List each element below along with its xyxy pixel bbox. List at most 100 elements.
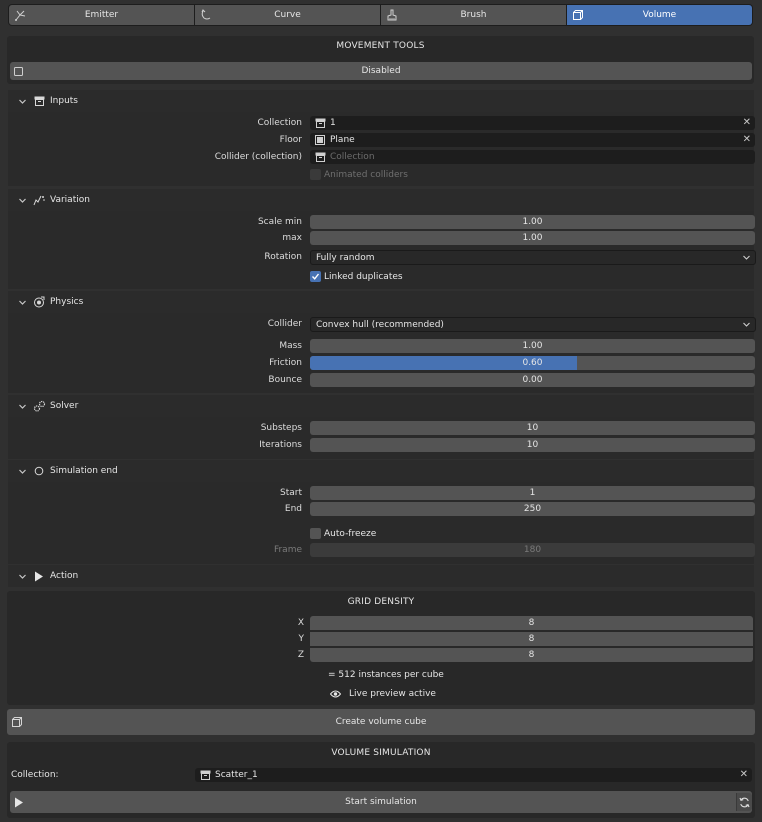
- animated-colliders-label: Animated colliders: [324, 169, 408, 180]
- grid-z-field[interactable]: 8: [310, 648, 753, 662]
- chevron-down-icon: [18, 572, 30, 581]
- tab-curve[interactable]: Curve: [195, 5, 380, 25]
- section-title-physics: Physics: [50, 297, 84, 307]
- scale-min-field[interactable]: 1.00: [310, 215, 755, 229]
- rotation-label: Rotation: [264, 252, 302, 262]
- floor-field[interactable]: Plane ✕: [310, 133, 755, 147]
- end-label: End: [284, 504, 302, 514]
- mass-field[interactable]: 1.00: [310, 339, 755, 353]
- tab-brush-label: Brush: [460, 10, 487, 20]
- collider-dropdown[interactable]: Convex hull (recommended): [310, 317, 756, 332]
- collider-collection-placeholder: Collection: [330, 152, 375, 162]
- checkbox-icon: [14, 62, 23, 80]
- auto-freeze-checkbox[interactable]: Auto-freeze: [310, 528, 376, 539]
- chevron-down-icon: [18, 298, 30, 307]
- bounce-label: Bounce: [268, 375, 302, 385]
- section-header-variation[interactable]: Variation: [8, 189, 754, 211]
- iterations-label: Iterations: [259, 440, 302, 450]
- movement-toggle-label: Disabled: [361, 66, 401, 76]
- physics-icon: [32, 296, 46, 308]
- friction-slider[interactable]: 0.60: [310, 356, 755, 370]
- tab-volume[interactable]: Volume: [567, 5, 752, 25]
- live-preview-status: Live preview active: [330, 689, 436, 699]
- section-header-solver[interactable]: Solver: [8, 395, 754, 417]
- refresh-icon: [739, 797, 750, 808]
- collection-box-icon: [199, 770, 211, 781]
- grid-z-value: 8: [528, 650, 535, 660]
- movement-toggle-button[interactable]: Disabled: [10, 62, 752, 80]
- bounce-value: 0.00: [522, 375, 543, 385]
- checkbox-icon: [310, 169, 321, 180]
- scale-max-field[interactable]: 1.00: [310, 231, 755, 245]
- start-frame-value: 1: [529, 488, 536, 498]
- clear-icon[interactable]: ✕: [743, 133, 751, 147]
- grid-z-label: Z: [297, 650, 304, 660]
- start-frame-field[interactable]: 1: [310, 486, 755, 500]
- rotation-dropdown[interactable]: Fully random: [310, 250, 756, 265]
- tab-volume-label: Volume: [642, 10, 677, 20]
- curve-icon: [200, 9, 212, 21]
- create-volume-cube-button[interactable]: Create volume cube: [7, 709, 755, 735]
- freeze-frame-value: 180: [523, 545, 542, 555]
- floor-value: Plane: [330, 135, 355, 145]
- collection-field[interactable]: 1 ✕: [310, 116, 755, 130]
- friction-label: Friction: [269, 358, 302, 368]
- iterations-value: 10: [526, 440, 539, 450]
- clear-icon[interactable]: ✕: [740, 768, 748, 782]
- section-header-simulation-end[interactable]: Simulation end: [8, 460, 754, 482]
- iterations-field[interactable]: 10: [310, 438, 755, 452]
- volume-collection-field[interactable]: Scatter_1 ✕: [195, 768, 752, 782]
- tab-curve-label: Curve: [274, 10, 301, 20]
- grid-density-title: GRID DENSITY: [347, 597, 415, 607]
- grid-x-label: X: [297, 618, 304, 628]
- chevron-down-icon: [18, 196, 30, 205]
- section-title-variation: Variation: [50, 195, 90, 205]
- section-header-physics[interactable]: Physics: [8, 291, 754, 313]
- start-simulation-button[interactable]: Start simulation: [10, 791, 752, 813]
- section-header-inputs[interactable]: Inputs: [8, 90, 754, 112]
- section-header-action[interactable]: Action: [8, 565, 754, 587]
- grid-x-field[interactable]: 8: [310, 616, 753, 630]
- circle-icon: [32, 465, 46, 477]
- animated-colliders-checkbox[interactable]: Animated colliders: [310, 169, 408, 180]
- variation-curve-icon: [32, 194, 46, 206]
- reset-simulation-button[interactable]: [736, 793, 752, 811]
- eye-icon: [330, 690, 341, 698]
- brush-icon: [386, 9, 398, 21]
- live-preview-text: Live preview active: [349, 689, 436, 699]
- create-volume-cube-label: Create volume cube: [335, 717, 427, 727]
- collection-box-icon: [314, 118, 326, 129]
- collider-collection-field[interactable]: Collection: [310, 150, 755, 164]
- volume-collection-value: Scatter_1: [215, 770, 258, 780]
- scale-max-value: 1.00: [522, 233, 543, 243]
- tab-emitter-label: Emitter: [84, 10, 119, 20]
- grid-x-value: 8: [528, 618, 535, 628]
- play-icon: [32, 570, 46, 582]
- frame-label: Frame: [273, 545, 302, 555]
- chevron-down-icon: [18, 97, 30, 106]
- substeps-value: 10: [526, 423, 539, 433]
- play-icon: [14, 791, 24, 813]
- tab-brush[interactable]: Brush: [381, 5, 566, 25]
- substeps-field[interactable]: 10: [310, 421, 755, 435]
- chevron-down-icon: [18, 402, 30, 411]
- volume-collection-label: Collection:: [11, 770, 59, 780]
- grid-y-field[interactable]: 8: [310, 632, 753, 646]
- checkbox-icon: [310, 528, 321, 539]
- section-title-solver: Solver: [50, 401, 79, 411]
- freeze-frame-field: 180: [310, 543, 755, 557]
- clear-icon[interactable]: ✕: [743, 116, 751, 130]
- chevron-down-icon: [18, 467, 30, 476]
- substeps-label: Substeps: [260, 423, 302, 433]
- rotation-value: Fully random: [316, 252, 375, 263]
- bounce-field[interactable]: 0.00: [310, 373, 755, 387]
- collection-box-icon: [314, 152, 326, 163]
- movement-tools-title: MOVEMENT TOOLS: [336, 41, 425, 51]
- scale-min-label: Scale min: [257, 217, 302, 227]
- friction-value: 0.60: [522, 358, 543, 368]
- tab-emitter[interactable]: Emitter: [9, 5, 194, 25]
- linked-duplicates-label: Linked duplicates: [324, 271, 403, 282]
- linked-duplicates-checkbox[interactable]: Linked duplicates: [310, 271, 403, 282]
- section-title-action: Action: [50, 571, 79, 581]
- end-frame-field[interactable]: 250: [310, 502, 755, 516]
